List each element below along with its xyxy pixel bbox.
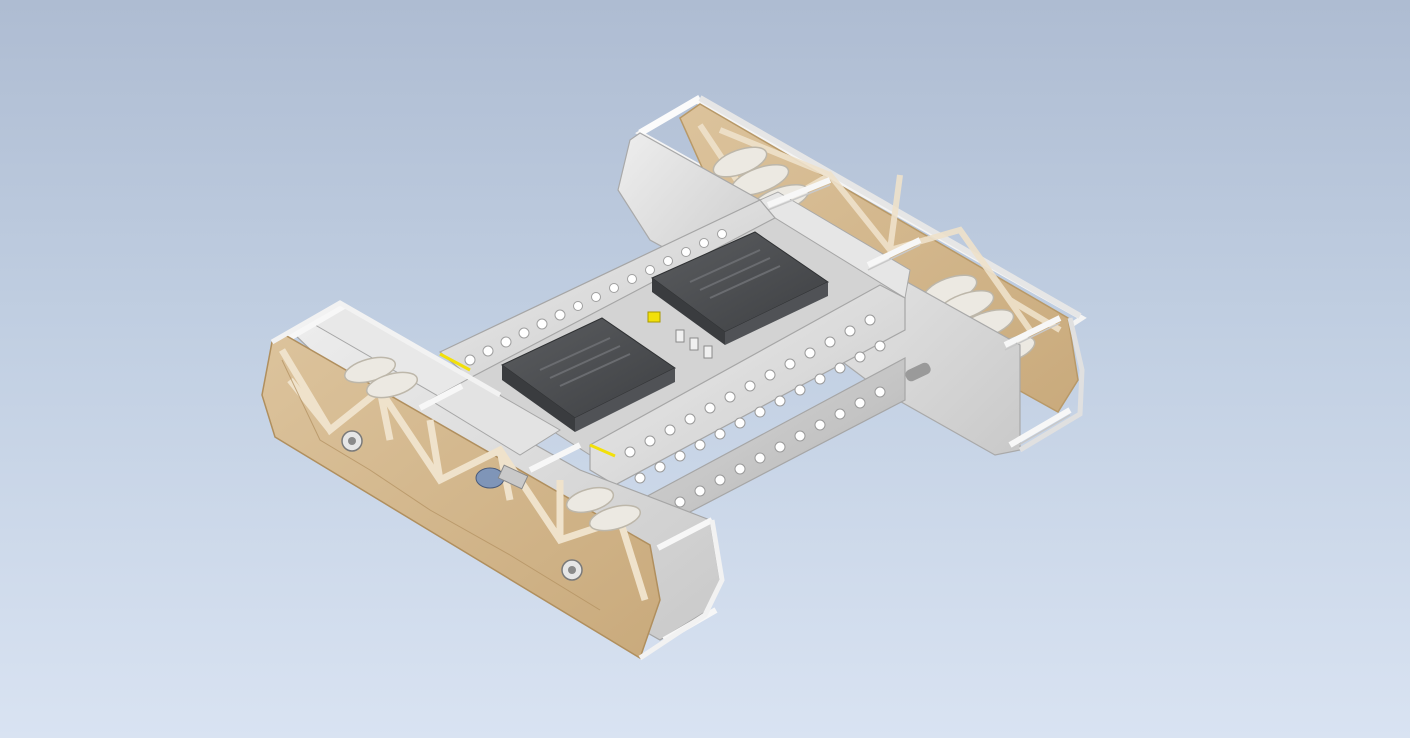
wheel-hub-front-right (561, 559, 583, 581)
wheel-hub-front-left (341, 430, 363, 452)
robot-chassis-model[interactable] (0, 0, 1410, 738)
yellow-connector (647, 311, 661, 323)
cad-3d-viewport[interactable] (0, 0, 1410, 738)
